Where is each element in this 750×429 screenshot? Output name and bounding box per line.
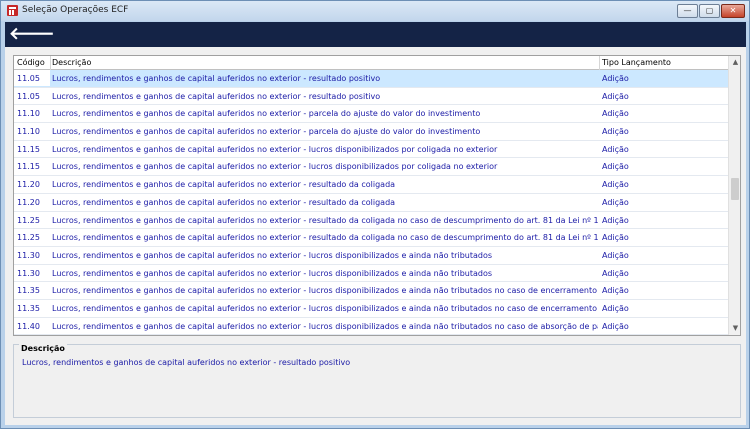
cell-codigo: 11.25 <box>17 233 40 243</box>
cell-tipo-lancamento: Adição <box>602 127 629 137</box>
title-bar[interactable]: Seleção Operações ECF — ▢ ✕ <box>1 1 749 21</box>
cell-codigo: 11.05 <box>17 91 40 101</box>
cell-descricao: Lucros, rendimentos e ganhos de capital … <box>52 109 481 119</box>
cell-tipo-lancamento: Adição <box>602 162 629 172</box>
cell-descricao: Lucros, rendimentos e ganhos de capital … <box>52 321 598 331</box>
app-window: Seleção Operações ECF — ▢ ✕ 🡐 Código Des… <box>0 0 750 429</box>
content-area: Código Descrição Tipo Lançamento 11.05 Lu… <box>5 47 746 425</box>
cell-tipo-lancamento: Adição <box>602 180 629 190</box>
table-row[interactable]: 11.30 Lucros, rendimentos e ganhos de cap… <box>14 265 728 283</box>
column-header-codigo[interactable]: Código <box>17 58 45 67</box>
scroll-thumb[interactable] <box>731 178 739 200</box>
column-divider[interactable] <box>599 56 600 70</box>
cell-codigo: 11.35 <box>17 286 40 296</box>
cell-codigo: 11.15 <box>17 144 40 154</box>
table-row[interactable]: 11.20 Lucros, rendimentos e ganhos de cap… <box>14 176 728 194</box>
cell-descricao: Lucros, rendimentos e ganhos de capital … <box>52 215 598 225</box>
scroll-down-icon[interactable]: ▼ <box>729 322 740 335</box>
cell-codigo: 11.10 <box>17 109 40 119</box>
column-divider[interactable] <box>50 56 51 70</box>
cell-tipo-lancamento: Adição <box>602 250 629 260</box>
cell-codigo: 11.15 <box>17 162 40 172</box>
scroll-up-icon[interactable]: ▲ <box>729 56 740 69</box>
cell-codigo: 11.35 <box>17 303 40 313</box>
description-text: Lucros, rendimentos e ganhos de capital … <box>22 358 351 367</box>
cell-codigo: 11.20 <box>17 197 40 207</box>
cell-tipo-lancamento: Adição <box>602 303 629 313</box>
table-row[interactable]: 11.35 Lucros, rendimentos e ganhos de cap… <box>14 282 728 300</box>
cell-codigo: 11.40 <box>17 321 40 331</box>
window-title: Seleção Operações ECF <box>22 5 129 15</box>
cell-codigo: 11.30 <box>17 250 40 260</box>
table-row[interactable]: 11.35 Lucros, rendimentos e ganhos de cap… <box>14 300 728 318</box>
cell-tipo-lancamento: Adição <box>602 144 629 154</box>
cell-descricao: Lucros, rendimentos e ganhos de capital … <box>52 286 598 296</box>
table-row[interactable]: 11.05 Lucros, rendimentos e ganhos de cap… <box>14 88 728 106</box>
column-header-descricao[interactable]: Descrição <box>52 58 91 67</box>
cell-descricao: Lucros, rendimentos e ganhos de capital … <box>52 144 498 154</box>
cell-tipo-lancamento: Adição <box>602 197 629 207</box>
operations-grid: Código Descrição Tipo Lançamento 11.05 Lu… <box>13 55 741 336</box>
cell-descricao: Lucros, rendimentos e ganhos de capital … <box>52 91 381 101</box>
cell-descricao: Lucros, rendimentos e ganhos de capital … <box>52 162 498 172</box>
table-row[interactable]: 11.40 Lucros, rendimentos e ganhos de cap… <box>14 318 728 335</box>
cell-codigo: 11.25 <box>17 215 40 225</box>
cell-tipo-lancamento: Adição <box>602 286 629 296</box>
cell-descricao: Lucros, rendimentos e ganhos de capital … <box>52 180 396 190</box>
cell-tipo-lancamento: Adição <box>602 321 629 331</box>
cell-descricao: Lucros, rendimentos e ganhos de capital … <box>52 127 481 137</box>
table-row[interactable]: 11.05 Lucros, rendimentos e ganhos de cap… <box>14 70 728 88</box>
cell-descricao: Lucros, rendimentos e ganhos de capital … <box>52 250 493 260</box>
maximize-button[interactable]: ▢ <box>699 4 720 18</box>
back-arrow-icon[interactable]: 🡐 <box>9 25 55 44</box>
cell-codigo: 11.10 <box>17 127 40 137</box>
minimize-button[interactable]: — <box>677 4 698 18</box>
table-row[interactable]: 11.10 Lucros, rendimentos e ganhos de cap… <box>14 123 728 141</box>
app-logo-icon <box>7 5 18 16</box>
table-row[interactable]: 11.15 Lucros, rendimentos e ganhos de cap… <box>14 158 728 177</box>
cell-tipo-lancamento: Adição <box>602 215 629 225</box>
table-row[interactable]: 11.25 Lucros, rendimentos e ganhos de cap… <box>14 212 728 230</box>
table-row[interactable]: 11.30 Lucros, rendimentos e ganhos de cap… <box>14 247 728 265</box>
cell-tipo-lancamento: Adição <box>602 74 629 83</box>
vertical-scrollbar[interactable]: ▲ ▼ <box>728 56 740 335</box>
table-row[interactable]: 11.10 Lucros, rendimentos e ganhos de cap… <box>14 105 728 124</box>
grid-header: Código Descrição Tipo Lançamento <box>14 56 728 70</box>
cell-descricao: Lucros, rendimentos e ganhos de capital … <box>52 233 598 243</box>
cell-codigo: 11.05 <box>14 70 50 86</box>
description-label: Descrição <box>19 344 67 353</box>
cell-codigo: 11.30 <box>17 268 40 278</box>
cell-tipo-lancamento: Adição <box>602 268 629 278</box>
cell-codigo: 11.20 <box>17 180 40 190</box>
close-button[interactable]: ✕ <box>721 4 745 18</box>
table-row[interactable]: 11.20 Lucros, rendimentos e ganhos de cap… <box>14 194 728 212</box>
cell-descricao: Lucros, rendimentos e ganhos de capital … <box>52 74 381 83</box>
grid-rows: 11.05 Lucros, rendimentos e ganhos de cap… <box>14 70 728 335</box>
cell-descricao: Lucros, rendimentos e ganhos de capital … <box>52 197 396 207</box>
cell-tipo-lancamento: Adição <box>602 233 629 243</box>
toolbar: 🡐 <box>5 22 746 47</box>
table-row[interactable]: 11.15 Lucros, rendimentos e ganhos de cap… <box>14 141 728 159</box>
description-panel: Descrição Lucros, rendimentos e ganhos d… <box>13 344 741 418</box>
cell-tipo-lancamento: Adição <box>602 91 629 101</box>
cell-tipo-lancamento: Adição <box>602 109 629 119</box>
cell-descricao: Lucros, rendimentos e ganhos de capital … <box>52 303 598 313</box>
column-header-tipo-lancamento[interactable]: Tipo Lançamento <box>602 58 671 67</box>
table-row[interactable]: 11.25 Lucros, rendimentos e ganhos de cap… <box>14 229 728 247</box>
cell-descricao: Lucros, rendimentos e ganhos de capital … <box>52 268 493 278</box>
